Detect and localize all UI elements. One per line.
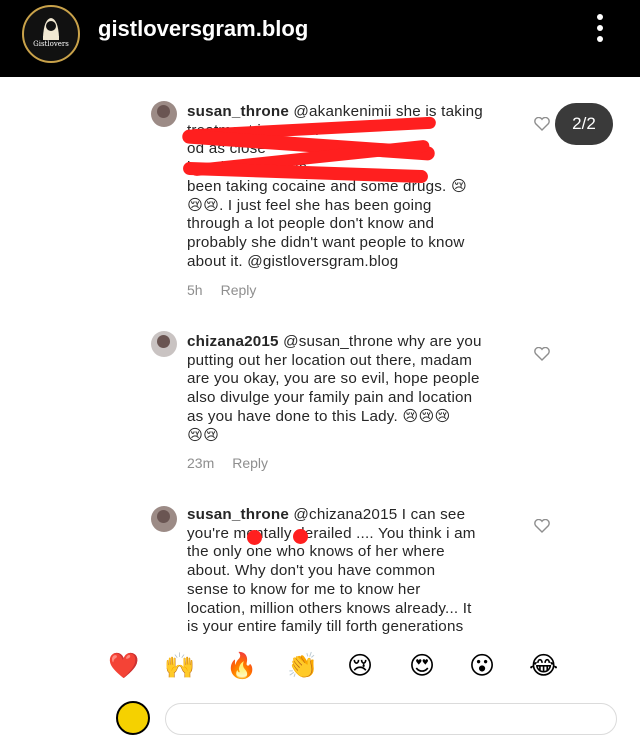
comment-meta: 23m Reply [187,455,286,471]
heart-eyes-icon[interactable]: 😍 [409,652,435,680]
laughing-face-icon[interactable]: 😂 [529,652,558,680]
red-heart-icon[interactable]: ❤️ [108,652,139,680]
top-bar: Gistlovers gistloversgram.blog [0,0,640,77]
comment-text: susan_throne @chizana2015 I can see you'… [187,506,476,636]
comment-username[interactable]: susan_throne [187,506,289,523]
account-name[interactable]: gistloversgram.blog [98,16,308,42]
like-heart-icon[interactable] [534,347,550,361]
logo-icon [25,8,77,60]
crying-face-icon[interactable]: 😢 [347,652,373,680]
redaction-dot [293,529,308,544]
like-heart-icon[interactable] [534,519,550,533]
user-avatar [116,701,150,735]
reply-link[interactable]: Reply [232,455,268,471]
comment-time: 23m [187,455,215,471]
comment-time: 5h [187,282,203,298]
clapping-hands-icon[interactable]: 👏 [287,652,318,680]
reply-link[interactable]: Reply [221,282,257,298]
vertical-ellipsis-icon[interactable] [590,14,610,48]
comment-username[interactable]: susan_throne [187,103,289,120]
comment-username[interactable]: chizana2015 [187,333,279,350]
comment-input[interactable] [165,703,617,735]
profile-avatar[interactable]: Gistlovers [22,5,80,63]
surprised-face-icon[interactable]: 😮 [469,652,495,680]
comment-avatar[interactable] [151,101,177,127]
reaction-bar: ❤️ 🙌 🔥 👏 😢 😍 😮 😂 [100,652,560,680]
redaction-dot [247,530,262,545]
raising-hands-icon[interactable]: 🙌 [164,652,195,680]
comment-text: chizana2015 @susan_throne why are you pu… [187,333,482,444]
page-indicator-badge: 2/2 [555,103,613,145]
comment-meta: 5h Reply [187,282,274,298]
comment-avatar[interactable] [151,506,177,532]
logo-label: Gistlovers [33,40,69,48]
like-heart-icon[interactable] [534,117,550,131]
fire-icon[interactable]: 🔥 [226,652,257,680]
comment-avatar[interactable] [151,331,177,357]
